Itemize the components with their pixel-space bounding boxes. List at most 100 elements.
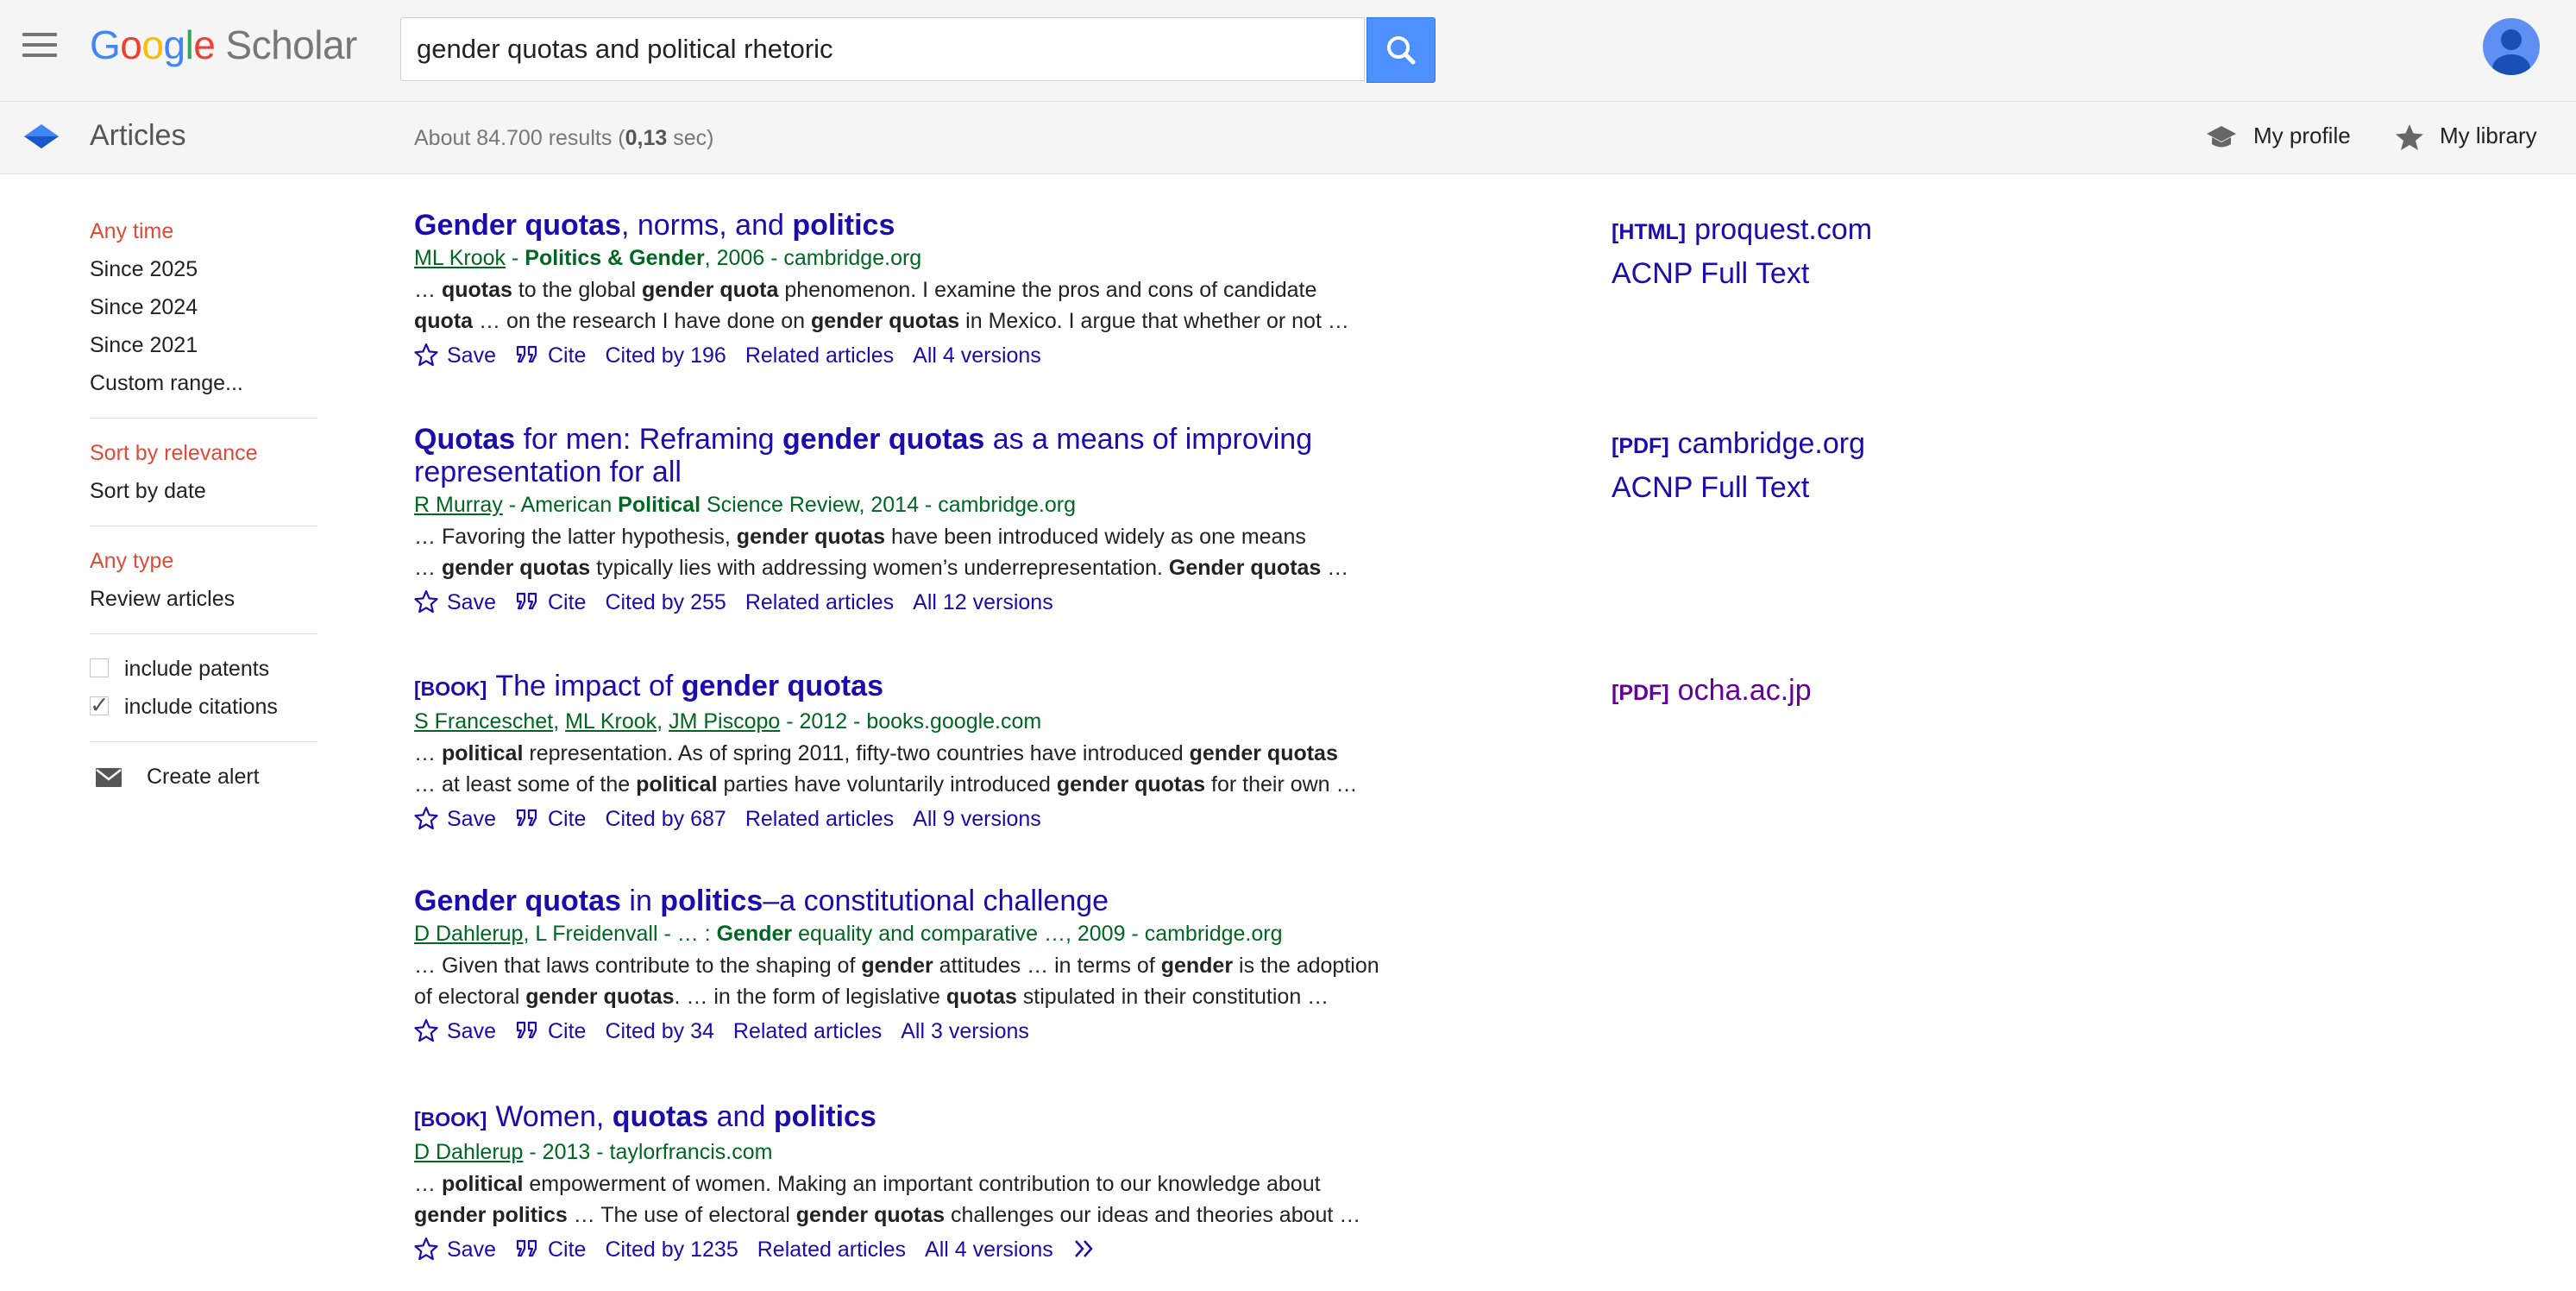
filter-custom-range[interactable]: Custom range...	[90, 364, 317, 402]
cite-button[interactable]: Cite	[515, 343, 586, 368]
time-filter-group: Any time Since 2025 Since 2024 Since 202…	[90, 212, 317, 419]
star-outline-icon	[414, 1019, 438, 1042]
save-button[interactable]: Save	[414, 807, 496, 831]
google-scholar-logo[interactable]: Google Scholar	[90, 19, 357, 71]
menu-icon[interactable]	[22, 33, 57, 62]
related-articles-link[interactable]: Related articles	[745, 343, 894, 368]
filter-review-articles[interactable]: Review articles	[90, 580, 317, 618]
my-profile-link[interactable]: My profile	[2205, 123, 2351, 150]
result-authors: D Dahlerup - 2013 - taylorfrancis.com	[414, 1140, 773, 1164]
my-library-link[interactable]: My library	[2395, 123, 2537, 151]
cite-button[interactable]: Cite	[515, 1019, 586, 1043]
acnp-full-text-link[interactable]: ACNP Full Text	[1612, 467, 1865, 508]
full-text-link[interactable]: [HTML] proquest.com	[1612, 209, 1872, 253]
file-type-tag: [HTML]	[1612, 220, 1687, 244]
sort-by-date[interactable]: Sort by date	[90, 472, 317, 510]
results-count: About 84.700 results (0,13 sec)	[414, 126, 713, 151]
result-title-link[interactable]: Gender quotas in politics–a constitution…	[414, 885, 1432, 917]
include-patents-option[interactable]: include patents	[90, 650, 317, 688]
include-citations-label: include citations	[124, 695, 278, 719]
all-versions-link[interactable]: All 3 versions	[901, 1019, 1029, 1043]
result-actions: Save Cite Cited by 1235 Related articles All…	[414, 1232, 1432, 1267]
cite-button[interactable]: Cite	[515, 807, 586, 831]
envelope-icon	[96, 768, 122, 788]
result-actions: Save Cite Cited by 34 Related articles All 3…	[414, 1014, 1432, 1049]
section-articles[interactable]: Articles	[90, 119, 185, 153]
include-patents-label: include patents	[124, 657, 270, 681]
search-icon	[1387, 36, 1416, 65]
quote-icon	[516, 346, 537, 363]
cite-button[interactable]: Cite	[515, 590, 586, 614]
filter-any-time[interactable]: Any time	[90, 212, 317, 250]
create-alert-button[interactable]: Create alert	[90, 758, 317, 796]
full-text-links: [PDF] ocha.ac.jp	[1612, 670, 1812, 714]
my-library-label: My library	[2440, 123, 2537, 148]
result-authors: S Franceschet, ML Krook, JM Piscopo - 20…	[414, 709, 1042, 734]
logo-letter: G	[90, 22, 121, 67]
all-versions-link[interactable]: All 4 versions	[925, 1237, 1053, 1262]
related-articles-link[interactable]: Related articles	[757, 1237, 906, 1262]
save-button[interactable]: Save	[414, 1237, 496, 1262]
graduation-cap-icon	[2207, 126, 2236, 148]
search-result: Gender quotas in politics–a constitution…	[414, 885, 1432, 1049]
full-text-links: [PDF] cambridge.org ACNP Full Text	[1612, 423, 1865, 508]
cited-by-link[interactable]: Cited by 34	[605, 1019, 713, 1043]
all-versions-link[interactable]: All 12 versions	[913, 590, 1053, 614]
full-text-source: ocha.ac.jp	[1677, 674, 1812, 707]
account-avatar[interactable]	[2483, 18, 2540, 75]
cited-by-link[interactable]: Cited by 255	[605, 590, 726, 614]
include-citations-checkbox[interactable]: ✓	[90, 692, 110, 718]
save-button[interactable]: Save	[414, 343, 496, 368]
filter-since-2024[interactable]: Since 2024	[90, 288, 317, 326]
cited-by-link[interactable]: Cited by 196	[605, 343, 726, 368]
sort-by-relevance[interactable]: Sort by relevance	[90, 434, 317, 472]
all-versions-link[interactable]: All 9 versions	[913, 807, 1041, 831]
result-title-link[interactable]: Gender quotas, norms, and politics	[414, 209, 1432, 242]
search-button[interactable]	[1367, 17, 1436, 83]
cited-by-link[interactable]: Cited by 687	[605, 807, 726, 831]
related-articles-link[interactable]: Related articles	[733, 1019, 882, 1043]
related-articles-link[interactable]: Related articles	[745, 590, 894, 614]
result-actions: Save Cite Cited by 196 Related articles All …	[414, 338, 1432, 373]
acnp-full-text-link[interactable]: ACNP Full Text	[1612, 253, 1872, 294]
search-result: Gender quotas, norms, and politics ML Kro…	[414, 209, 1432, 373]
more-chevrons-icon	[1074, 1240, 1093, 1258]
all-versions-link[interactable]: All 4 versions	[913, 343, 1041, 368]
full-text-links: [HTML] proquest.com ACNP Full Text	[1612, 209, 1872, 294]
save-button[interactable]: Save	[414, 590, 496, 614]
cited-by-link[interactable]: Cited by 1235	[605, 1237, 738, 1262]
top-bar: Google Scholar	[0, 0, 2576, 101]
full-text-link[interactable]: [PDF] ocha.ac.jp	[1612, 670, 1812, 714]
result-title-link[interactable]: Quotas for men: Reframing gender quotas …	[414, 423, 1432, 488]
include-patents-checkbox[interactable]	[90, 658, 109, 678]
sub-header: Articles About 84.700 results (0,13 sec)…	[0, 101, 2576, 174]
quote-icon	[516, 809, 537, 827]
cite-button[interactable]: Cite	[515, 1237, 586, 1262]
filter-since-2025[interactable]: Since 2025	[90, 250, 317, 288]
scholar-cap-icon	[24, 124, 59, 148]
logo-letter: g	[163, 22, 185, 67]
file-type-tag: [PDF]	[1612, 681, 1669, 705]
full-text-link[interactable]: [PDF] cambridge.org	[1612, 423, 1865, 467]
sort-group: Sort by relevance Sort by date	[90, 434, 317, 526]
related-articles-link[interactable]: Related articles	[745, 807, 894, 831]
result-snippet: … Favoring the latter hypothesis, gender…	[414, 525, 1349, 580]
result-type-tag: [BOOK]	[414, 1108, 487, 1130]
star-outline-icon	[414, 807, 438, 830]
result-type-tag: [BOOK]	[414, 677, 487, 700]
result-title-link[interactable]: [BOOK] The impact of gender quotas	[414, 670, 1432, 705]
quote-icon	[516, 593, 537, 610]
logo-letter: o	[120, 22, 142, 67]
result-authors: ML Krook - Politics & Gender, 2006 - cam…	[414, 246, 922, 270]
search-box	[400, 17, 1365, 81]
filter-any-type[interactable]: Any type	[90, 542, 317, 580]
result-title-link[interactable]: [BOOK] Women, quotas and politics	[414, 1100, 1432, 1136]
more-options-button[interactable]	[1072, 1237, 1109, 1262]
search-input[interactable]	[401, 18, 1364, 80]
result-authors: D Dahlerup, L Freidenvall - … : Gender e…	[414, 922, 1283, 946]
include-citations-option[interactable]: ✓ include citations	[90, 688, 317, 726]
filter-since-2021[interactable]: Since 2021	[90, 326, 317, 364]
save-button[interactable]: Save	[414, 1019, 496, 1043]
result-snippet: … quotas to the global gender quota phen…	[414, 278, 1349, 333]
result-actions: Save Cite Cited by 255 Related articles All …	[414, 585, 1432, 620]
